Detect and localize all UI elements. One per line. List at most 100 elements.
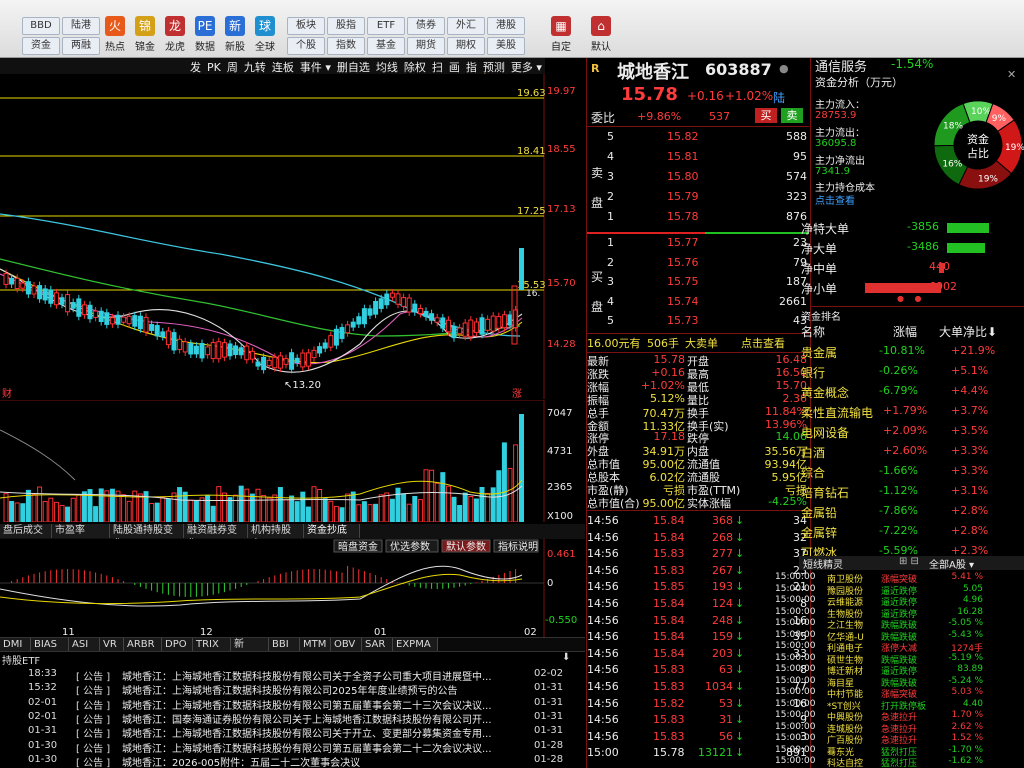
toolbar-热点-button[interactable]: 火热点 [102,16,128,53]
chart-tool-连板[interactable]: 连板 [272,61,294,74]
toolbar-btn-个股[interactable]: 个股 [287,37,325,55]
chart-tool-事件[interactable]: 事件 ▾ [300,61,331,74]
rank-row[interactable]: 培育钻石 -1.12% +3.1% [801,482,1024,502]
indicator-BIAS[interactable]: BIAS [31,638,69,652]
bid-row[interactable]: 3 15.75 187 [587,275,809,293]
ask-row[interactable]: 3 15.80 574 [587,170,809,188]
rank-col-ratio[interactable]: 大单净比⬇ [939,323,997,340]
chart-tool-删自选[interactable]: 删自选 [337,61,370,74]
indicator-tab-机构持股变[interactable]: 机构持股变 [248,524,304,550]
rank-row[interactable]: 白酒 +2.60% +3.3% [801,442,1024,462]
news-item[interactable]: 01-30 [ 公告 ] 城地香江：2026-005附件：五届二十二次董事会决议 01… [0,754,582,768]
toolbar-btn-港股[interactable]: 港股 [487,17,525,35]
toolbar-默认-button[interactable]: ⌂ 默认 [588,16,614,53]
indicator-DMI[interactable]: DMI [0,638,31,652]
toolbar-btn-期货[interactable]: 期货 [407,37,445,55]
toolbar-btn-股指[interactable]: 股指 [327,17,365,35]
ask-row[interactable]: 5 15.82 588 [587,130,809,148]
wire-row[interactable]: 15:00:00 硕世生物 跌幅跌破 -5.19 % [775,653,1024,666]
wire-filter[interactable]: 全部A股 ▾ [929,556,974,571]
news-item[interactable]: 02-01 [ 公告 ] 城地香江：国泰海通证券股份有限公司关于上海城地香江数据科技… [0,711,582,725]
toolbar-btn-板块[interactable]: 板块 [287,17,325,35]
rank-row[interactable]: 金属锌 -7.22% +2.8% [801,522,1024,542]
indicator-OBV[interactable]: OBV [331,638,362,652]
ask-row[interactable]: 4 15.81 95 [587,150,809,168]
sell-button[interactable]: 卖 [781,108,803,123]
toolbar-龙虎-button[interactable]: 龙龙虎 [162,16,188,53]
rank-row[interactable]: 贵金属 -10.81% +21.9% [801,342,1024,362]
chart-tool-预测[interactable]: 预测 [483,61,505,74]
indicator-tab-陆股通持股变化[interactable]: 陆股通持股变化 [110,524,184,550]
chart-tool-发[interactable]: 发 [190,61,201,74]
news-item[interactable]: 15:32 [ 公告 ] 城地香江：上海城地香江数据科技股份有限公司2025年年度业… [0,682,582,696]
indicator-TRIX[interactable]: TRIX [193,638,231,652]
buy-button[interactable]: 买 [755,108,777,123]
wire-row[interactable]: 15:00:00 亿华通-U 跌幅跌破 -5.43 % [775,630,1024,643]
kline-chart[interactable]: 19.63 19.9718.41 18.5517.25 17.1315.53 15.70… [0,74,585,399]
rank-row[interactable]: 柔性直流输电 +1.79% +3.7% [801,402,1024,422]
volume-chart[interactable]: 7047 4731 2365 X100 [0,400,585,522]
toolbar-btn-资金[interactable]: 资金 [22,37,60,55]
rank-row[interactable]: 金属铅 -7.86% +2.8% [801,502,1024,522]
macd-btn-默认参数[interactable]: 默认参数 [441,539,491,553]
toolbar-btn-陆港[interactable]: 陆港 [62,17,100,35]
chart-tool-画[interactable]: 画 [449,61,460,74]
toolbar-btn-ETF[interactable]: ETF [367,17,405,35]
chart-tool-指[interactable]: 指 [466,61,477,74]
toolbar-数据-button[interactable]: PE 数据 [192,16,218,53]
chart-tool-扫[interactable]: 扫 [432,61,443,74]
chart-tool-均线[interactable]: 均线 [376,61,398,74]
toolbar-btn-指数[interactable]: 指数 [327,37,365,55]
news-item[interactable]: 01-31 [ 公告 ] 城地香江：上海城地香江数据科技股份有限公司关于开立、变更部… [0,725,582,739]
toolbar-新股-button[interactable]: 新新股 [222,16,248,53]
wire-row[interactable]: 15:00:00 豫园股份 逼近跌停 5.05 [775,584,1024,597]
toolbar-btn-期权[interactable]: 期权 [447,37,485,55]
rank-row[interactable]: 黄金概念 -6.79% +4.4% [801,382,1024,402]
indicator-VR[interactable]: VR [100,638,124,652]
indicator-DPO[interactable]: DPO [162,638,193,652]
indicator-ARBR[interactable]: ARBR [124,638,162,652]
wire-row[interactable]: 15:00:00 南卫股份 涨幅突破 5.41 % [775,572,1024,585]
wire-row[interactable]: 15:00:00 中興股份 急速拉升 1.70 % [775,710,1024,723]
wire-row[interactable]: 15:00:00 科达自控 猛烈打压 -1.62 % [775,756,1024,768]
wire-row[interactable]: 15:00:00 之江生物 跌幅跌破 -5.05 % [775,618,1024,631]
wire-row[interactable]: 15:00:00 *ST创兴 打开跌停板 4.40 [775,699,1024,712]
toolbar-btn-两融[interactable]: 两融 [62,37,100,55]
toolbar-全球-button[interactable]: 球全球 [252,16,278,53]
news-header[interactable]: 持股ETF [2,652,40,667]
bid-row[interactable]: 2 15.76 79 [587,256,809,274]
ask-row[interactable]: 1 15.78 876 [587,210,809,228]
news-item[interactable]: 02-01 [ 公告 ] 城地香江：上海城地香江数据科技股份有限公司第五届董事会第二… [0,697,582,711]
page-dots[interactable]: ● ● [897,294,926,303]
wire-row[interactable]: 15:00:00 中村节能 涨幅突破 5.03 % [775,687,1024,700]
wire-row[interactable]: 15:00:00 云维能源 逼近跌停 4.96 [775,595,1024,608]
toolbar-锦金-button[interactable]: 锦锦金 [132,16,158,53]
big-order-link[interactable]: 点击查看 [741,335,785,351]
chart-tool-PK[interactable]: PK [207,61,221,74]
indicator-SAR[interactable]: SAR [362,638,393,652]
toolbar-btn-美股[interactable]: 美股 [487,37,525,55]
indicator-tab-资金抄底[interactable]: 资金抄底 [304,524,360,538]
close-icon[interactable]: ✕ [1007,68,1016,81]
sector-name[interactable]: 通信服务 [815,56,867,75]
wire-row[interactable]: 15:00:00 博迁新材 逼近跌停 83.89 [775,664,1024,677]
wire-row[interactable]: 15:00:00 蓦东光 猛烈打压 -1.70 % [775,745,1024,758]
bid-row[interactable]: 5 15.73 43 [587,314,809,332]
wire-icons[interactable]: ⊞ ⊟ [899,556,919,567]
download-icon[interactable]: ⬇ [562,652,570,663]
wire-row[interactable]: 15:00:00 广百股份 急速拉升 1.52 % [775,733,1024,746]
indicator-tab-盘后成交[interactable]: 盘后成交 [0,524,52,538]
wire-title[interactable]: 短线精灵 [803,556,843,571]
chart-tool-九转[interactable]: 九转 [244,61,266,74]
rank-row[interactable]: 电网设备 +2.09% +3.5% [801,422,1024,442]
wire-row[interactable]: 15:00:00 利通电子 涨停大减 1274手 [775,641,1024,654]
toolbar-btn-外汇[interactable]: 外汇 [447,17,485,35]
bid-row[interactable]: 4 15.74 2661 [587,295,809,313]
rank-row[interactable]: 综合 -1.66% +3.3% [801,462,1024,482]
chart-tool-周[interactable]: 周 [227,61,238,74]
indicator-tab-融资融券变化[interactable]: 融资融券变化 [184,524,248,550]
wire-row[interactable]: 15:00:00 连城股份 急速拉升 2.62 % [775,722,1024,735]
macd-chart[interactable]: 暗盘资金 优选参数 默认参数 指标说明 0.461 0 -0.550 11 12 01 02 [0,539,585,637]
ask-row[interactable]: 2 15.79 323 [587,190,809,208]
toolbar-btn-基金[interactable]: 基金 [367,37,405,55]
